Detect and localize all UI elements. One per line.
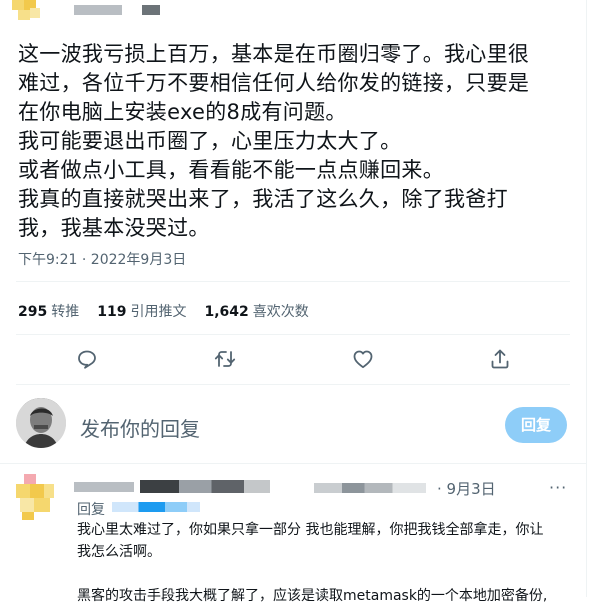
- reply-author-avatar[interactable]: [16, 474, 64, 522]
- reply-line: 黑客的攻击手段我大概了解了，应该是读取metamask的一个本地加密备份,: [77, 588, 548, 604]
- likes-stat[interactable]: 1,642 喜欢次数: [204, 301, 308, 321]
- reply-icon[interactable]: [75, 347, 99, 371]
- share-icon[interactable]: [488, 347, 512, 371]
- current-user-avatar[interactable]: [16, 398, 66, 448]
- author-handle-pixelated[interactable]: [142, 5, 160, 15]
- reply-line: 我心里太难过了，你如果只拿一部分 我也能理解，你把我钱全部拿走，你让: [77, 522, 544, 538]
- replying-to: 回复: [77, 499, 105, 519]
- retweet-icon[interactable]: [213, 347, 237, 371]
- tweet-timestamp[interactable]: 下午9:21 · 2022年9月3日: [18, 249, 186, 269]
- tweet-detail-panel: 这一波我亏损上百万，基本是在币圈归零了。我心里很 难过，各位千万不要相信任何人给…: [0, 0, 587, 604]
- author-name-pixelated[interactable]: [74, 5, 122, 15]
- quotes-count: 119: [97, 304, 127, 320]
- reply-line: [77, 563, 577, 585]
- reply-line: 我怎么活啊。: [77, 544, 161, 560]
- tweet-line: 我真的直接就哭出来了，我活了这么久，除了我爸打: [18, 187, 508, 211]
- divider: [16, 384, 570, 385]
- retweets-label: 转推: [51, 304, 80, 320]
- tweet-line: 或者做点小工具，看看能不能一点点赚回来。: [18, 158, 444, 182]
- tweet-line: 在你电脑上安装exe的8成有问题。: [18, 100, 347, 124]
- tweet-line: 我可能要退出币圈了，心里压力太大了。: [18, 129, 402, 153]
- reply-author-handle-pixelated[interactable]: [314, 483, 426, 493]
- reply-timestamp[interactable]: · 9月3日: [437, 478, 496, 499]
- quotes-stat[interactable]: 119 引用推文: [97, 301, 186, 321]
- more-options-icon[interactable]: ···: [549, 478, 567, 497]
- replying-to-handle-pixelated[interactable]: [112, 502, 200, 512]
- tweet-line: 我，我基本没哭过。: [18, 216, 210, 240]
- like-icon[interactable]: [351, 347, 375, 371]
- tweet-stats: 295 转推 119 引用推文 1,642 喜欢次数: [18, 301, 309, 321]
- reply-text: 我心里太难过了，你如果只拿一部分 我也能理解，你把我钱全部拿走，你让 我怎么活啊…: [77, 519, 577, 607]
- replying-to-prefix: 回复: [77, 502, 105, 518]
- retweets-count: 295: [18, 304, 48, 320]
- tweet-line: 这一波我亏损上百万，基本是在币圈归零了。我心里很: [18, 42, 530, 66]
- quotes-label: 引用推文: [130, 304, 187, 320]
- likes-label: 喜欢次数: [252, 304, 309, 320]
- retweets-stat[interactable]: 295 转推: [18, 301, 79, 321]
- reply-input[interactable]: 发布你的回复: [80, 413, 200, 442]
- reply-button[interactable]: 回复: [505, 407, 567, 443]
- tweet-line: 难过，各位千万不要相信任何人给你发的链接，只要是: [18, 71, 530, 95]
- tweet-actions: [0, 347, 586, 371]
- reply-author-name-pixelated[interactable]: [74, 482, 134, 492]
- likes-count: 1,642: [204, 304, 249, 320]
- tweet-text: 这一波我亏损上百万，基本是在币圈归零了。我心里很 难过，各位千万不要相信任何人给…: [18, 40, 573, 243]
- divider: [16, 281, 570, 282]
- divider: [16, 334, 570, 335]
- divider: [0, 463, 586, 464]
- reply-author-name-pixelated[interactable]: [140, 480, 270, 493]
- author-avatar-pixelated[interactable]: [6, 0, 46, 22]
